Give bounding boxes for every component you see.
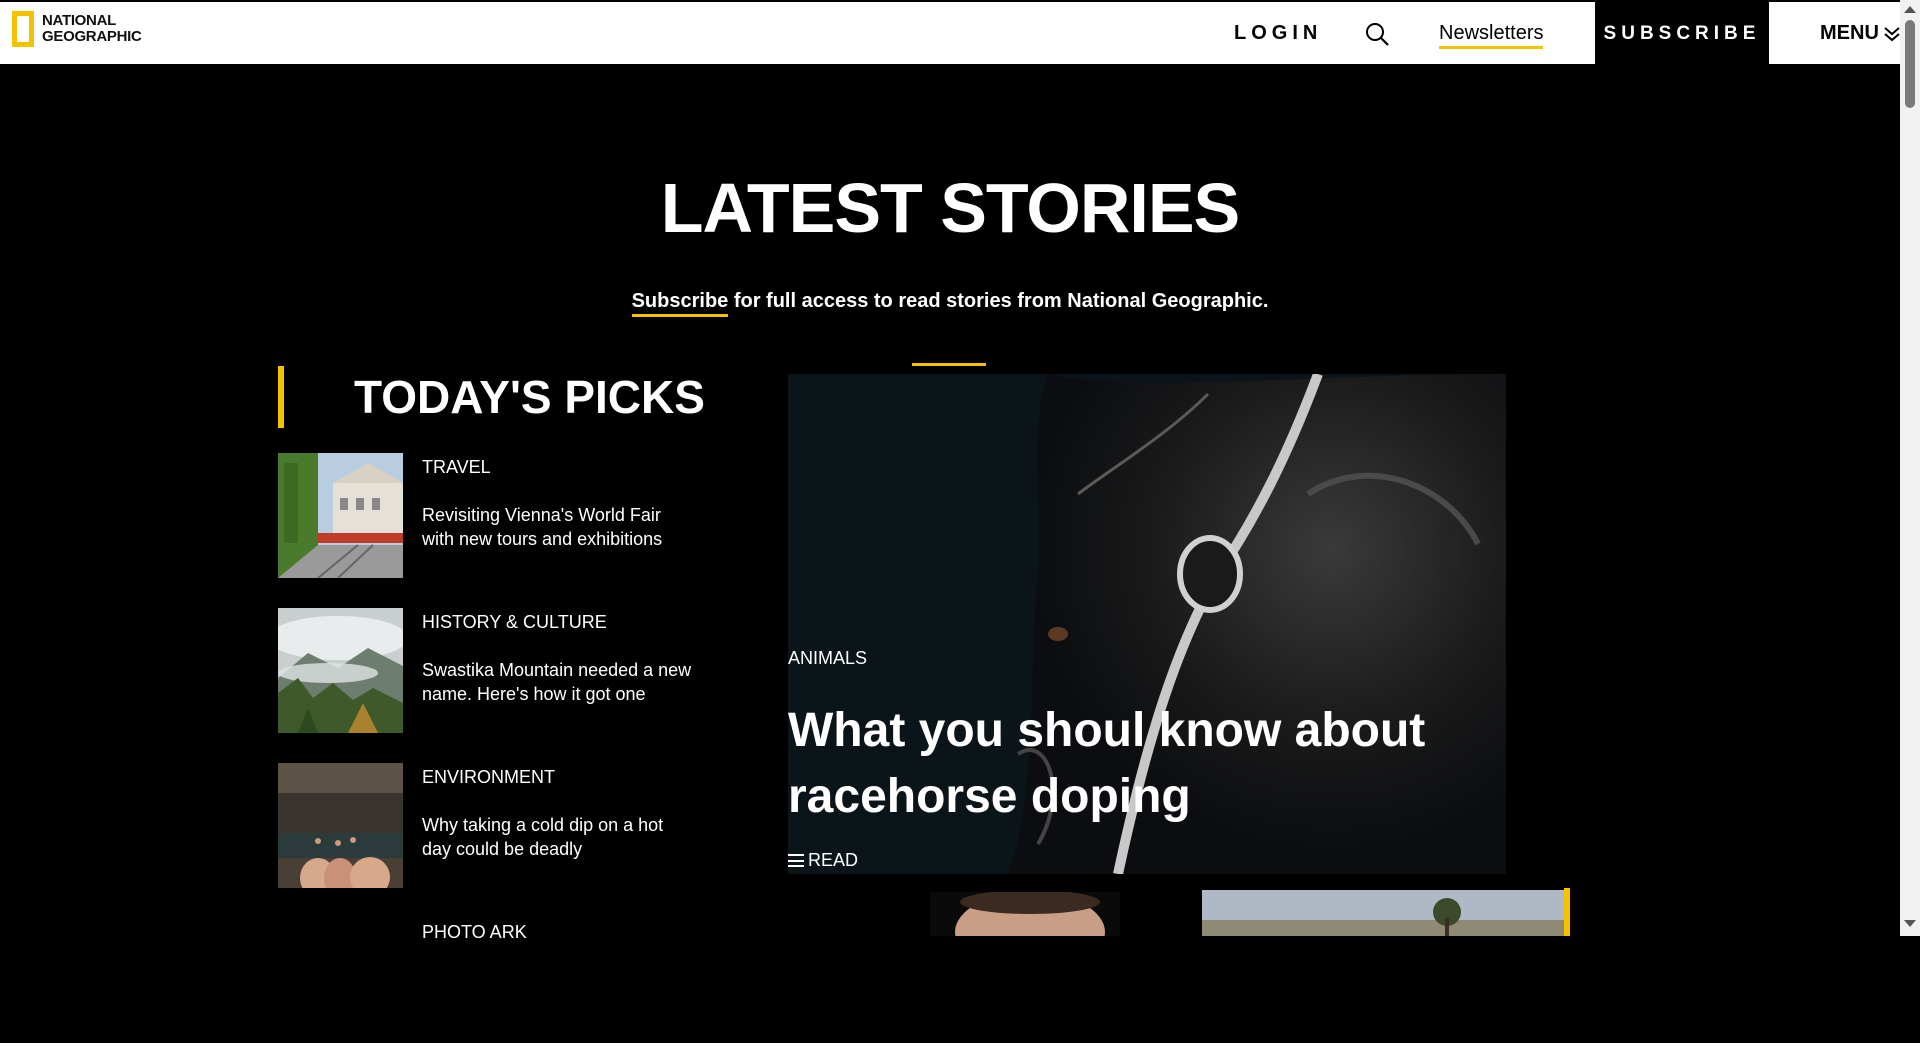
- pick-category[interactable]: PHOTO ARK: [422, 922, 527, 943]
- featured-category[interactable]: ANIMALS: [788, 648, 867, 669]
- read-label: READ: [808, 850, 859, 870]
- pick-thumbnail-vienna[interactable]: [278, 453, 403, 578]
- story-thumbnail-portrait[interactable]: [930, 892, 1120, 936]
- menu-label: MENU: [1820, 22, 1879, 44]
- pick-category[interactable]: HISTORY & CULTURE: [422, 612, 607, 633]
- subscribe-link[interactable]: Subscribe: [631, 290, 729, 317]
- menu-button[interactable]: MENU: [1820, 22, 1901, 45]
- todays-picks-header: TODAY'S PICKS: [278, 366, 705, 428]
- scroll-down-arrow-icon[interactable]: [1904, 920, 1916, 927]
- section-divider: [912, 363, 986, 366]
- subscribe-prompt-text: for full access to read stories from Nat…: [728, 290, 1269, 312]
- yellow-rectangle-icon: [12, 11, 34, 47]
- pick-item[interactable]: HISTORY & CULTURE Swastika Mountain need…: [278, 608, 698, 733]
- pick-item[interactable]: TRAVEL Revisiting Vienna's World Fair wi…: [278, 453, 698, 578]
- pick-title[interactable]: Revisiting Vienna's World Fair with new …: [422, 503, 692, 551]
- pick-title[interactable]: Why taking a cold dip on a hot day could…: [422, 813, 692, 861]
- search-icon[interactable]: [1364, 21, 1390, 47]
- story-thumbnail-landscape[interactable]: [1202, 890, 1570, 936]
- top-navigation: NATIONAL GEOGRAPHIC LOGIN Newsletters SU…: [0, 0, 1901, 66]
- pick-category[interactable]: TRAVEL: [422, 457, 491, 478]
- pick-thumbnail-cold-dip[interactable]: [278, 763, 403, 888]
- national-geographic-logo[interactable]: NATIONAL GEOGRAPHIC: [12, 11, 152, 47]
- subscribe-button[interactable]: SUBSCRIBE: [1595, 2, 1769, 66]
- featured-title[interactable]: What you shoul know about racehorse dopi…: [788, 698, 1488, 830]
- subscribe-prompt: Subscribe for full access to read storie…: [0, 290, 1900, 317]
- login-link[interactable]: LOGIN: [1234, 22, 1322, 45]
- pick-category[interactable]: ENVIRONMENT: [422, 767, 555, 788]
- pick-item[interactable]: ENVIRONMENT Why taking a cold dip on a h…: [278, 763, 698, 888]
- pick-title[interactable]: Swastika Mountain needed a new name. Her…: [422, 658, 692, 706]
- logo-text: NATIONAL GEOGRAPHIC: [42, 12, 142, 45]
- double-chevron-down-icon: [1884, 26, 1900, 41]
- scroll-thumb[interactable]: [1905, 20, 1915, 108]
- accent-bar: [1564, 888, 1570, 936]
- hamburger-icon: [788, 854, 804, 867]
- todays-picks-title: TODAY'S PICKS: [354, 371, 705, 423]
- scroll-up-arrow-icon[interactable]: [1904, 6, 1916, 13]
- scrollbar[interactable]: [1900, 0, 1920, 936]
- pick-item[interactable]: PHOTO ARK: [278, 918, 698, 1043]
- newsletters-link[interactable]: Newsletters: [1439, 22, 1544, 49]
- pick-thumbnail-mountain[interactable]: [278, 608, 403, 733]
- read-link[interactable]: READ: [788, 850, 858, 871]
- page-title: LATEST STORIES: [660, 169, 1240, 247]
